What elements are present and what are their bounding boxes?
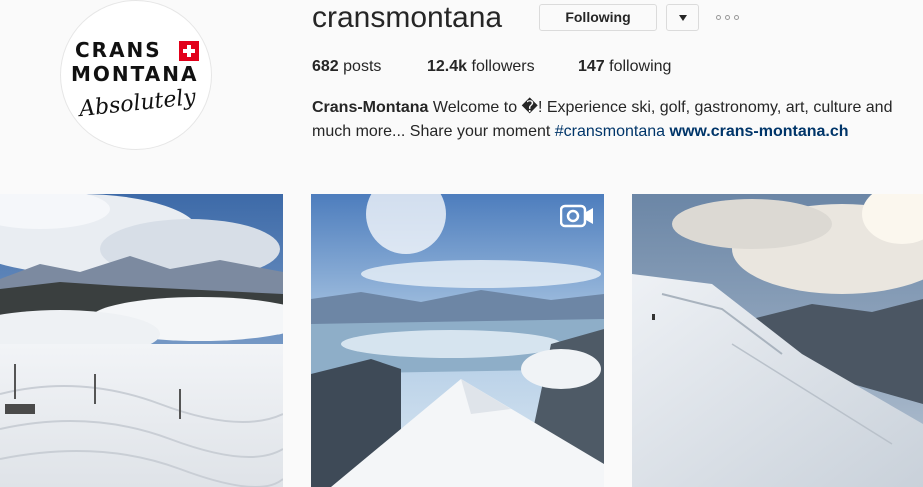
bio-hashtag-link[interactable]: #cransmontana [555,123,665,140]
post-thumbnail-3[interactable] [632,194,923,487]
followers-stat[interactable]: 12.4k followers [427,58,535,76]
posts-label: posts [343,58,382,75]
post-thumbnail-1[interactable] [0,194,283,487]
followers-count: 12.4k [427,58,468,75]
posts-count: 682 [312,58,339,75]
bio-full-name: Crans-Montana [312,99,429,116]
logo-text-absolutely: Absolutely [78,84,198,123]
bio-website-link[interactable]: www.crans-montana.ch [670,123,849,140]
chevron-down-icon [679,15,687,21]
following-stat[interactable]: 147 following [578,58,671,76]
following-label: following [609,58,672,75]
post-thumbnail-2[interactable] [311,194,604,487]
profile-avatar[interactable]: CRANS MONTANA Absolutely [60,0,212,150]
following-count: 147 [578,58,605,75]
following-button[interactable]: Following [539,4,657,31]
suggestions-dropdown-button[interactable] [666,4,699,31]
more-options-icon[interactable] [714,8,742,28]
profile-bio: Crans-Montana Welcome to �! Experience s… [312,96,917,144]
video-icon [560,204,593,228]
logo-text-montana: MONTANA [71,62,199,86]
profile-username: cransmontana [312,1,503,34]
followers-label: followers [471,58,535,75]
swiss-flag-icon [179,41,199,61]
logo-text-crans: CRANS [75,38,162,62]
profile-page: CRANS MONTANA Absolutely cransmontana Fo… [0,0,923,487]
posts-stat: 682 posts [312,58,381,76]
